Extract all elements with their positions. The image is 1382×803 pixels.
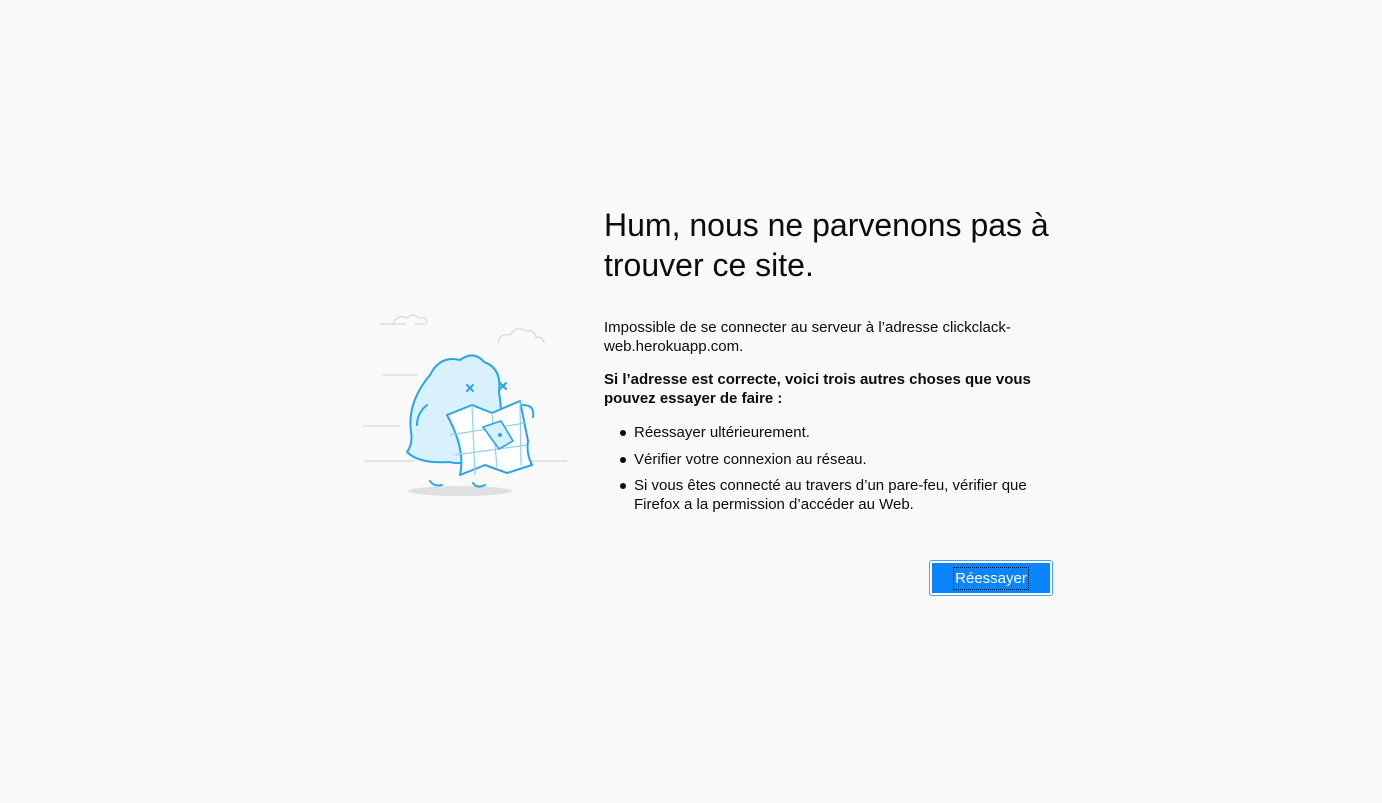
error-content: Hum, nous ne parvenons pas à trouver ce …: [604, 205, 1054, 522]
suggestion-item: Si vous êtes connecté au travers d’un pa…: [620, 476, 1054, 514]
bullet-icon: [620, 456, 626, 463]
suggestions-heading: Si l’adresse est correcte, voici trois a…: [604, 371, 1031, 407]
bullet-icon: [620, 483, 626, 489]
suggestion-item: Réessayer ultérieurement.: [620, 423, 1054, 442]
error-page: Hum, nous ne parvenons pas à trouver ce …: [0, 0, 1382, 803]
suggestion-list: Réessayer ultérieurement. Vérifier votre…: [604, 423, 1054, 514]
button-container: Réessayer: [929, 560, 1053, 596]
lost-map-creature-icon: [355, 305, 580, 500]
suggestion-item: Vérifier votre connexion au réseau.: [620, 450, 1054, 469]
error-title: Hum, nous ne parvenons pas à trouver ce …: [604, 207, 1049, 283]
suggestion-text: Vérifier votre connexion au réseau.: [634, 450, 867, 468]
retry-button[interactable]: Réessayer: [929, 560, 1053, 596]
bullet-icon: [620, 430, 626, 436]
suggestion-text: Réessayer ultérieurement.: [634, 424, 810, 441]
suggestion-text: Si vous êtes connecté au travers d’un pa…: [634, 477, 1027, 513]
retry-button-label: Réessayer: [953, 566, 1029, 590]
error-description: Impossible de se connecter au serveur à …: [604, 319, 1011, 355]
